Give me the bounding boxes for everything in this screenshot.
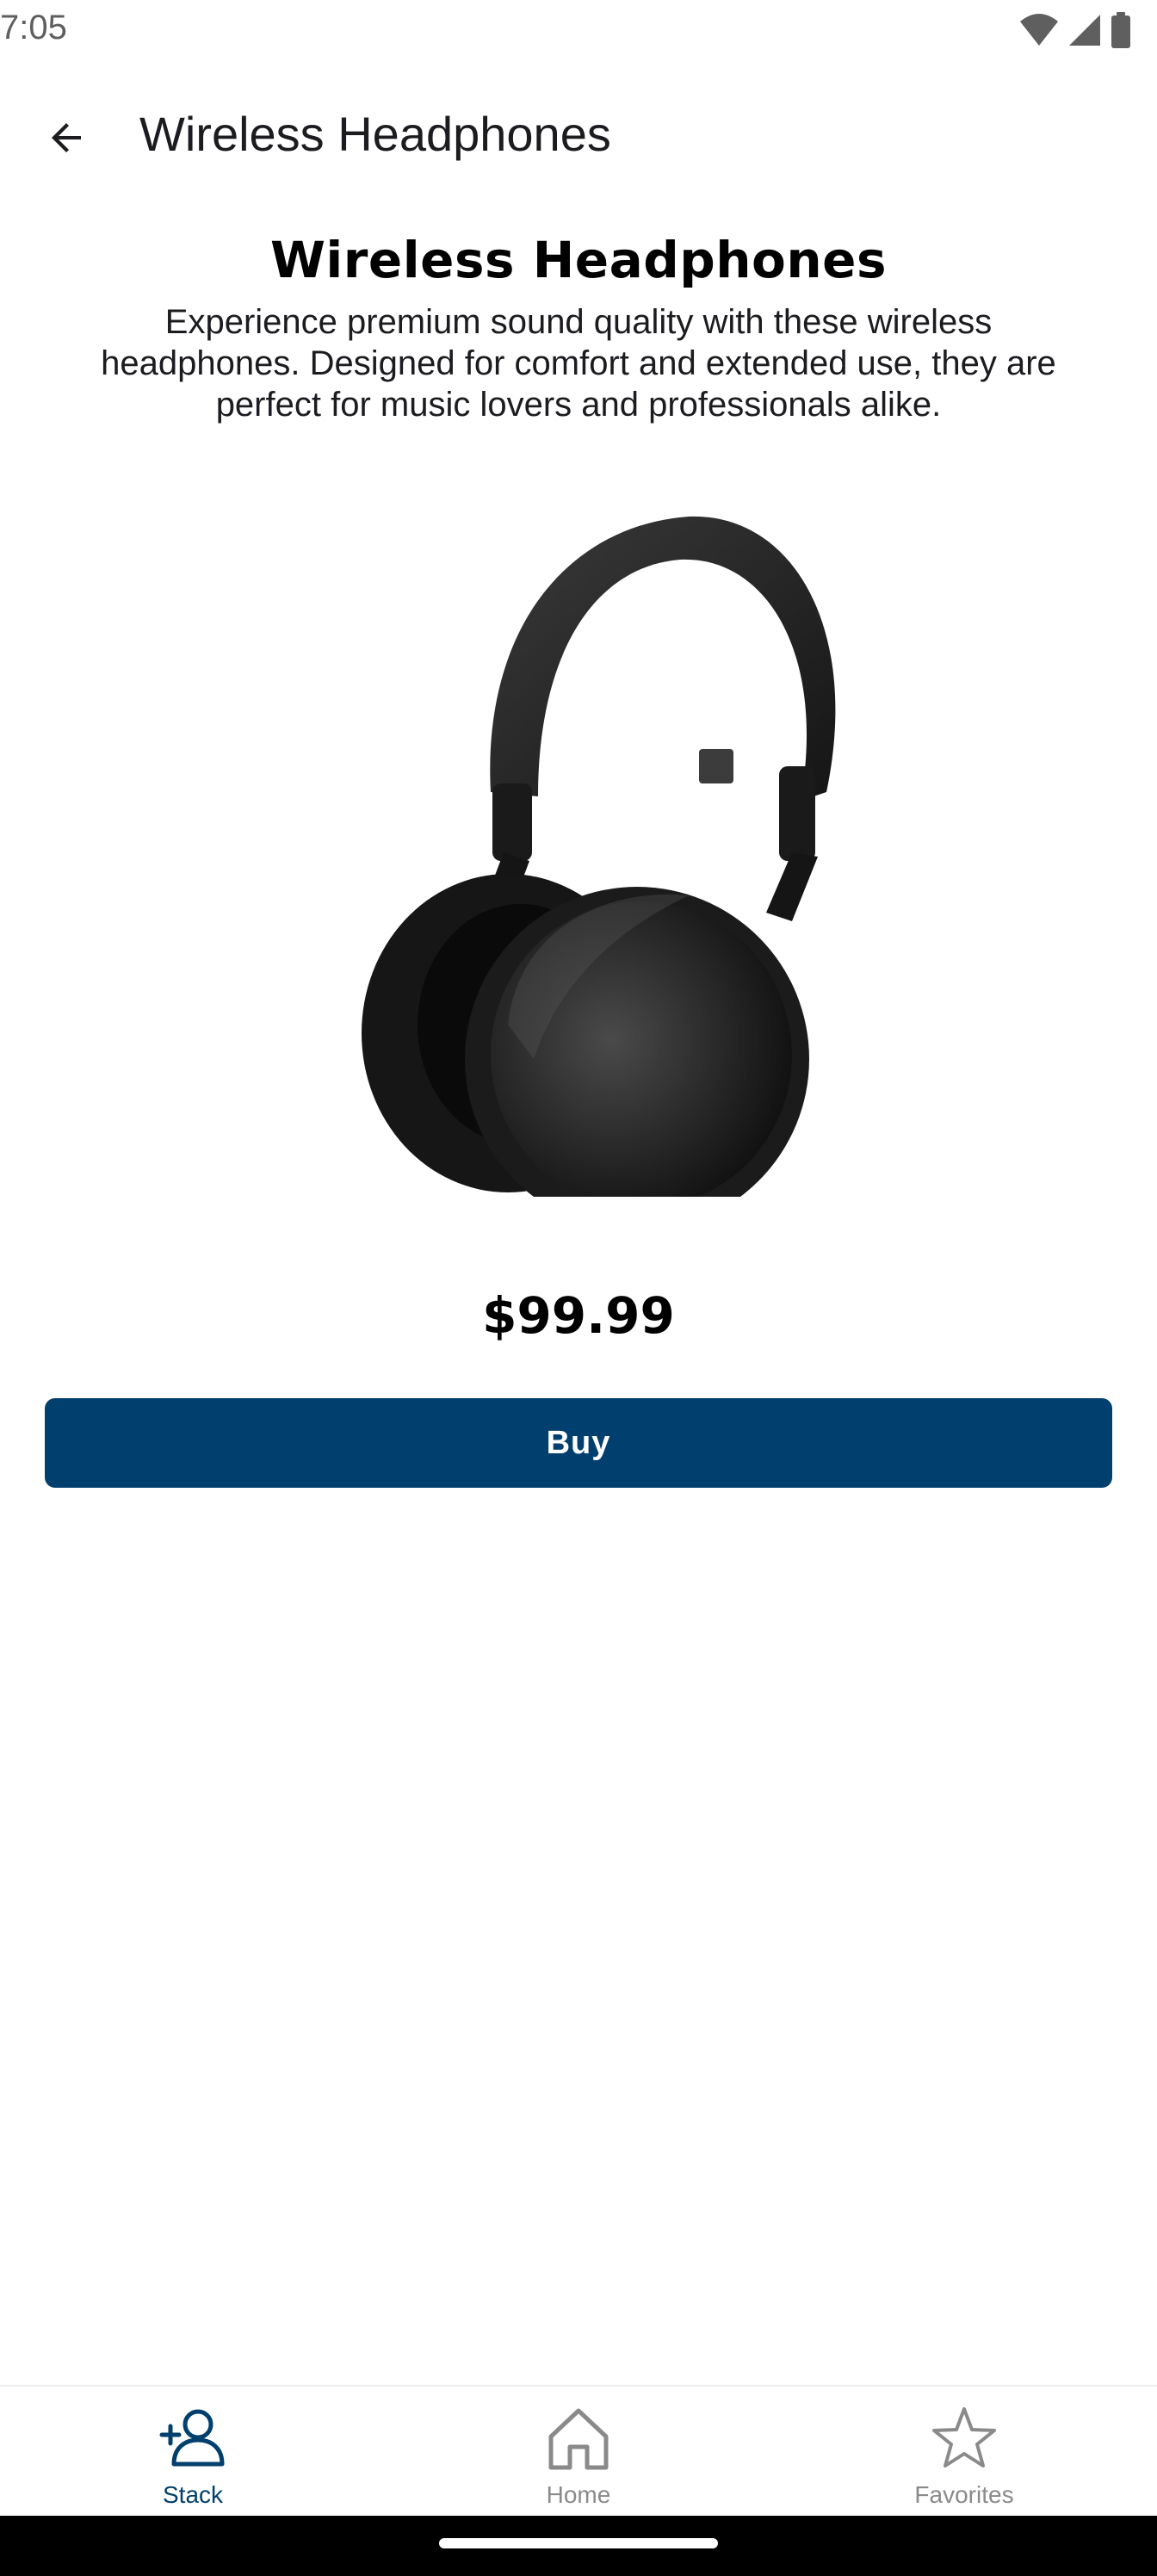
back-button[interactable] bbox=[31, 102, 103, 174]
headphones-image bbox=[362, 516, 836, 1197]
nav-label-favorites: Favorites bbox=[914, 2481, 1014, 2508]
product-price: $99.99 bbox=[482, 1286, 675, 1345]
status-time: 7:05 bbox=[0, 9, 67, 46]
nav-label-stack: Stack bbox=[162, 2481, 224, 2508]
star-icon bbox=[928, 2402, 1000, 2474]
gesture-bar bbox=[0, 2516, 1157, 2576]
wifi-icon bbox=[1020, 14, 1058, 46]
arrow-back-icon bbox=[52, 123, 81, 152]
nav-label-home: Home bbox=[546, 2481, 611, 2508]
nav-item-favorites[interactable]: Favorites bbox=[771, 2387, 1157, 2517]
bottom-navigation: Stack Home Favorites bbox=[0, 2385, 1157, 2517]
buy-button[interactable]: Buy bbox=[45, 1398, 1112, 1488]
top-bar-title: Wireless Headphones bbox=[139, 107, 611, 161]
person-add-icon bbox=[157, 2402, 229, 2474]
buy-button-label: Buy bbox=[546, 1424, 611, 1461]
home-icon bbox=[542, 2402, 615, 2474]
battery-icon bbox=[1111, 12, 1130, 48]
product-description: Experience premium sound quality with th… bbox=[101, 303, 1056, 424]
top-app-bar: Wireless Headphones bbox=[0, 86, 1157, 183]
nav-item-home[interactable]: Home bbox=[386, 2387, 771, 2517]
signal-icon bbox=[1069, 15, 1100, 46]
nav-item-stack[interactable]: Stack bbox=[0, 2387, 386, 2517]
status-bar: 7:05 bbox=[0, 0, 1157, 65]
product-title: Wireless Headphones bbox=[269, 231, 888, 289]
status-icons bbox=[1019, 12, 1131, 48]
gesture-handle[interactable] bbox=[439, 2538, 718, 2548]
